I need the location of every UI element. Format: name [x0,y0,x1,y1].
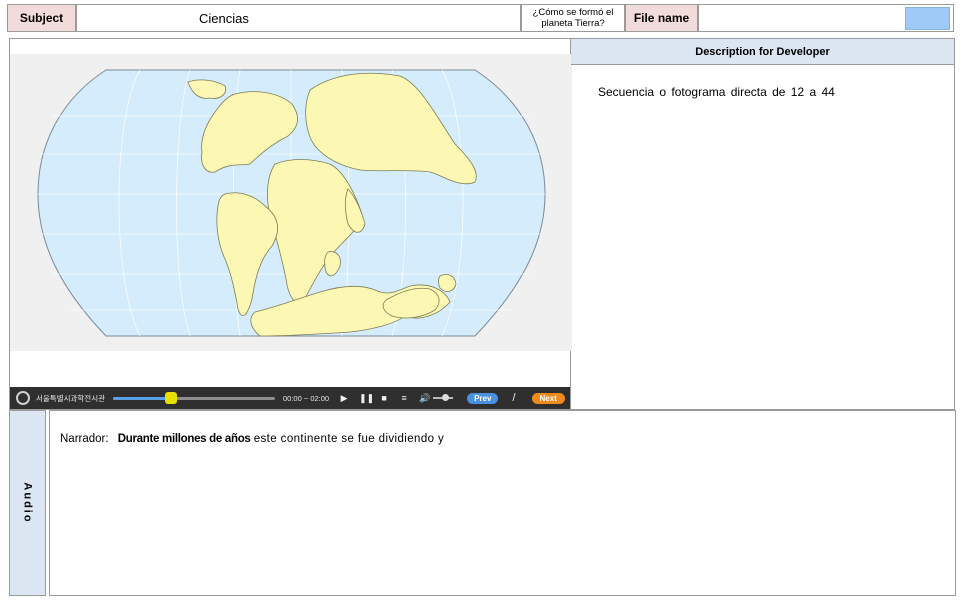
seek-bar-progress [113,396,172,400]
media-player-bar: 서울특별시과학전시관 00:00 ~ 02:00 ▶ ❚❚ ■ ≡ 🔊 Prev… [10,387,570,409]
developer-description-panel: Description for Developer Secuencia o fo… [571,38,955,410]
subject-value: Ciencias [76,4,521,32]
play-button-icon[interactable]: ▶ [339,393,349,404]
volume-icon[interactable]: 🔊 [419,393,430,404]
audio-label: Audio [9,410,46,596]
next-button[interactable]: Next [531,392,565,404]
narration-line: Narrador: Durante millones de años este … [60,433,444,445]
file-name-label: File name [625,4,698,32]
world-map-image [37,69,546,337]
lesson-title: ¿Cómo se formó el planeta Tierra? [521,4,625,32]
audio-label-text: Audio [21,482,34,524]
seek-handle[interactable] [165,391,178,404]
description-title: Description for Developer [571,39,954,65]
narrator-label: Narrador: [60,433,109,445]
museum-logo-icon [16,391,30,405]
pause-button-icon[interactable]: ❚❚ [359,393,374,404]
description-text: Secuencia o fotograma directa de 12 a 44 [598,85,835,99]
narration-text: este continente se fue dividiendo y [253,433,445,445]
narration-bold-text: Durante millones de años [117,433,251,445]
volume-knob[interactable] [442,394,450,401]
page-separator: / [512,392,516,404]
museum-name: 서울특별시과학전시관 [36,393,105,403]
pangaea-map [10,54,572,351]
menu-list-icon[interactable]: ≡ [399,393,409,403]
file-color-swatch [905,7,950,30]
video-panel: 서울특별시과학전시관 00:00 ~ 02:00 ▶ ❚❚ ■ ≡ 🔊 Prev… [9,38,572,410]
time-display: 00:00 ~ 02:00 [283,393,330,403]
stop-button-icon[interactable]: ■ [379,393,389,403]
volume-slider[interactable] [433,394,454,401]
seek-bar[interactable] [113,391,275,404]
audio-script-box: Narrador: Durante millones de años este … [49,410,956,596]
prev-button[interactable]: Prev [467,392,499,404]
subject-label: Subject [7,4,76,32]
